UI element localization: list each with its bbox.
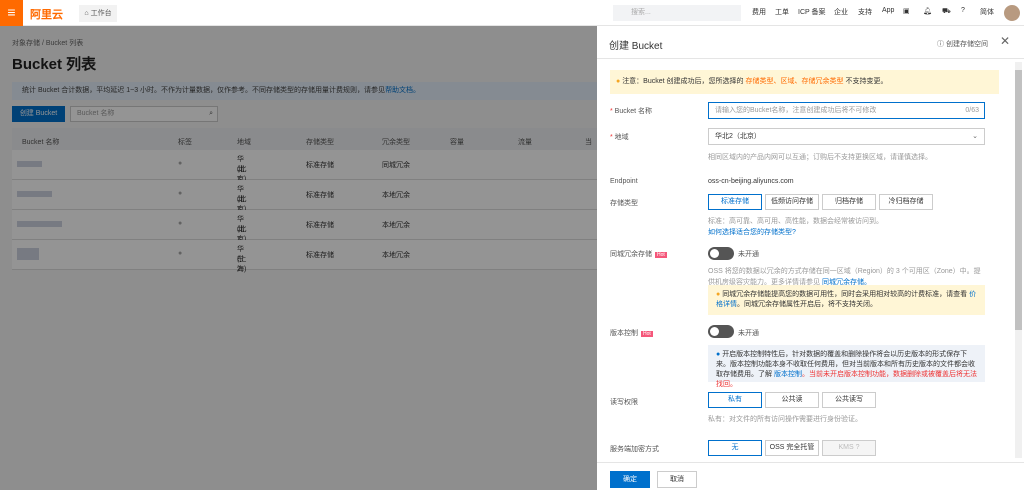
name-placeholder: 请输入您的Bucket名称，注意创建成功后将不可修改	[715, 107, 877, 114]
region-label: * 地域	[610, 134, 629, 141]
warning-icon: ●	[616, 78, 621, 85]
workspace-label: 工作台	[90, 10, 112, 17]
region-select[interactable]: 华北2（北京） ⌄	[708, 128, 985, 145]
nav-support[interactable]: 支持	[858, 7, 872, 17]
help-icon[interactable]: ?	[961, 7, 965, 14]
nav-icp[interactable]: ICP 备案	[798, 7, 826, 17]
bucket-name-input[interactable]: 请输入您的Bucket名称，注意创建成功后将不可修改 0/63	[708, 102, 985, 119]
language-switch[interactable]: 简体	[980, 7, 994, 17]
modal-overlay[interactable]	[0, 26, 597, 490]
zrs-warning: ● 同城冗余存储能提高您的数据可用性，同时会采用相对较高的计费标准，请查看 价格…	[708, 285, 985, 315]
confirm-button[interactable]: 确定	[610, 471, 650, 488]
notice-end: 不支持变更。	[845, 78, 888, 85]
help-link[interactable]: ⓘ 创建存储空间	[937, 39, 988, 49]
nav-enterprise[interactable]: 企业	[834, 7, 848, 17]
storage-help-link[interactable]: 如何选择适合您的存储类型?	[708, 227, 796, 237]
versioning-toggle[interactable]	[708, 325, 734, 338]
storage-cold-archive[interactable]: 冷归档存储	[879, 194, 933, 210]
nav-fee[interactable]: 费用	[752, 7, 766, 17]
zrs-state: 未开通	[738, 251, 759, 258]
info-icon: ●	[716, 351, 721, 358]
terminal-icon[interactable]: ▣	[903, 7, 910, 15]
versioning-label: 版本控制 Hot	[610, 330, 653, 337]
storage-hint: 标准：高可靠、高可用、高性能，数据会经常被访问到。	[708, 218, 883, 225]
char-count: 0/63	[965, 107, 979, 114]
acl-public-read-write[interactable]: 公共读写	[822, 392, 876, 408]
encryption-none[interactable]: 无	[708, 440, 762, 456]
cart-icon[interactable]: ⛟	[942, 7, 951, 16]
close-icon[interactable]: ✕	[1000, 34, 1010, 48]
encryption-kms: KMS ?	[822, 440, 876, 456]
encryption-label: 服务端加密方式	[610, 446, 659, 453]
hot-badge: Hot	[641, 331, 653, 337]
scrollbar[interactable]	[1015, 62, 1022, 458]
region-hint: 相同区域内的产品内网可以互通；订购后不支持更换区域，请谨慎选择。	[708, 154, 932, 161]
help-icon: ?	[855, 444, 860, 451]
storage-standard[interactable]: 标准存储	[708, 194, 762, 210]
storage-type-label: 存储类型	[610, 200, 638, 207]
create-bucket-panel: 创建 Bucket ⓘ 创建存储空间 ✕ ● 注意：Bucket 创建成功后，您…	[597, 26, 1024, 490]
warning-icon: ●	[716, 291, 721, 298]
nav-ticket[interactable]: 工单	[775, 7, 789, 17]
divider	[597, 58, 1024, 59]
zrs-toggle[interactable]	[708, 247, 734, 260]
region-value: 华北2（北京）	[715, 133, 761, 140]
notice-text: 注意：Bucket 创建成功后，您所选择的	[622, 78, 744, 85]
panel-title: 创建 Bucket	[609, 41, 663, 52]
versioning-info: ● 开启版本控制特性后，针对数据的覆盖和删除操作将会以历史版本的形式保存下来。版…	[708, 345, 985, 388]
acl-hint: 私有：对文件的所有访问操作需要进行身份验证。	[708, 416, 862, 423]
help-label: 创建存储空间	[945, 41, 988, 48]
notice-box: ● 注意：Bucket 创建成功后，您所选择的 存储类型、区域、存储冗余类型 不…	[610, 70, 999, 94]
zrs-label: 同城冗余存储 Hot	[610, 251, 667, 258]
storage-ia[interactable]: 低频访问存储	[765, 194, 819, 210]
global-search-input[interactable]: 搜索...	[613, 5, 741, 21]
top-bar: ≡ 阿里云 ⌂ 工作台 搜索... 费用 工单 ICP 备案 企业 支持 App…	[0, 0, 1024, 26]
hot-badge: Hot	[655, 252, 667, 258]
chevron-down-icon: ⌄	[972, 133, 978, 140]
endpoint-value: oss-cn-beijing.aliyuncs.com	[708, 178, 794, 185]
storage-archive[interactable]: 归档存储	[822, 194, 876, 210]
endpoint-label: Endpoint	[610, 178, 638, 185]
bucket-name-label: * Bucket 名称	[610, 108, 653, 115]
notice-highlight: 存储类型、区域、存储冗余类型	[745, 78, 844, 85]
avatar[interactable]	[1004, 5, 1020, 21]
versioning-state: 未开通	[738, 330, 759, 337]
acl-public-read[interactable]: 公共读	[765, 392, 819, 408]
acl-private[interactable]: 私有	[708, 392, 762, 408]
nav-app[interactable]: App	[882, 7, 894, 14]
bell-icon[interactable]: 🔔︎	[923, 7, 932, 15]
logo[interactable]: 阿里云	[30, 6, 63, 22]
workspace-button[interactable]: ⌂ 工作台	[79, 5, 117, 22]
cancel-button[interactable]: 取消	[657, 471, 697, 488]
acl-label: 读写权限	[610, 399, 638, 406]
versioning-link[interactable]: 版本控制	[774, 371, 802, 378]
panel-footer: 确定 取消	[597, 462, 1024, 490]
hamburger-icon[interactable]: ≡	[0, 0, 23, 26]
encryption-oss[interactable]: OSS 完全托管	[765, 440, 819, 456]
